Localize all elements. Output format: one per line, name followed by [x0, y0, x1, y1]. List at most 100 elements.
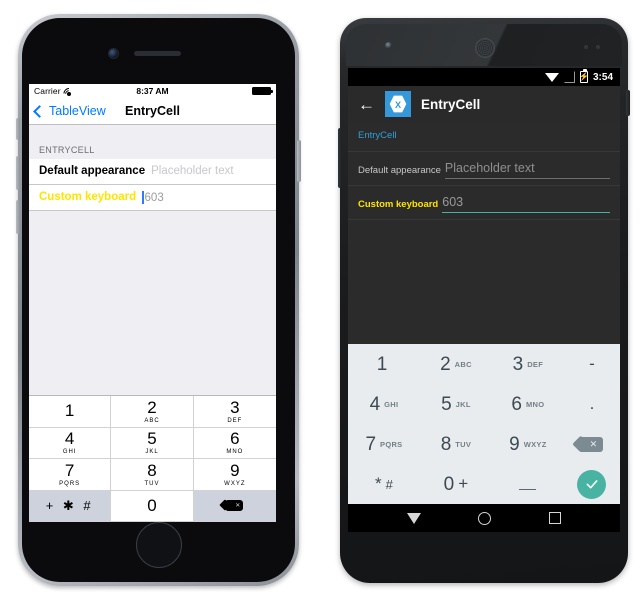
key-hash-label: # — [385, 476, 393, 492]
entry-input-default[interactable]: Placeholder text — [444, 161, 610, 179]
home-button[interactable] — [135, 522, 182, 568]
entry-input-default[interactable]: Placeholder text — [151, 165, 276, 177]
key-3[interactable]: 3 DEF — [492, 344, 564, 384]
proximity-sensor — [584, 45, 588, 49]
key-digit: 7 — [64, 460, 75, 480]
entry-input-custom[interactable]: 603 — [142, 190, 276, 204]
iphone-device-frame: Carrier 8:37 AM TableView EntryCell ENTR… — [16, 14, 301, 586]
key-6[interactable]: 6 MNO — [193, 427, 276, 459]
key-symbols[interactable]: + ✱ # — [29, 490, 112, 522]
light-sensor — [596, 45, 600, 49]
key-7[interactable]: 7 PQRS — [348, 424, 420, 464]
key-7[interactable]: 7 PQRS — [29, 459, 112, 491]
key-dot-label: . — [589, 394, 595, 413]
key-letters: GHI — [62, 449, 77, 456]
android-status-bar: ⚡ 3:54 — [348, 68, 620, 86]
svg-text:X: X — [395, 100, 402, 110]
back-button[interactable]: TableView — [29, 104, 106, 118]
nav-home-circle-icon[interactable] — [478, 511, 492, 525]
key-symbols-label: + ✱ # — [45, 497, 94, 513]
xamarin-logo-icon: X — [385, 91, 411, 117]
key-digit: 9 — [509, 433, 520, 455]
chevron-left-icon — [33, 104, 46, 118]
key-dot[interactable]: . — [564, 384, 620, 424]
key-5[interactable]: 5 JKL — [111, 427, 194, 459]
key-letters: JKL — [145, 449, 159, 456]
nav-recents-square-icon[interactable] — [549, 512, 562, 524]
table-row-custom-keyboard[interactable]: Custom keyboard 603 — [348, 186, 620, 220]
row-label: Custom keyboard — [39, 191, 137, 204]
key-letters: WXYZ — [523, 439, 547, 449]
key-8[interactable]: 8 TUV — [420, 424, 492, 464]
page-title: EntryCell — [421, 96, 481, 112]
key-3[interactable]: 3 DEF — [193, 396, 276, 428]
key-digit: 3 — [230, 397, 240, 417]
key-minus[interactable]: - — [564, 344, 620, 384]
key-5[interactable]: 5 JKL — [420, 384, 492, 424]
front-camera-icon — [385, 42, 392, 49]
ios-navigation-bar: TableView EntryCell — [29, 98, 276, 125]
key-digit: 4 — [64, 429, 75, 449]
table-row-default-appearance[interactable]: Default appearance Placeholder text — [348, 152, 620, 186]
key-digit: 0 — [443, 473, 455, 495]
table-row-default-appearance[interactable]: Default appearance Placeholder text — [29, 158, 276, 185]
iphone-screen: Carrier 8:37 AM TableView EntryCell ENTR… — [29, 84, 276, 522]
back-button-label: TableView — [49, 104, 106, 119]
key-9[interactable]: 9 WXYZ — [193, 459, 276, 491]
earpiece-speaker — [475, 38, 495, 58]
key-1[interactable]: 1 — [348, 344, 420, 384]
row-label: Default appearance — [39, 165, 146, 178]
key-9[interactable]: 9 WXYZ — [492, 424, 564, 464]
key-backspace[interactable]: ✕ — [564, 424, 620, 464]
key-6[interactable]: 6 MNO — [492, 384, 564, 424]
key-letters: DEF — [527, 359, 544, 369]
ios-table-view: ENTRYCELL Default appearance Placeholder… — [29, 124, 276, 522]
iphone-volume-up-button[interactable] — [16, 156, 20, 190]
key-star-label: * — [375, 474, 382, 493]
key-digit: 0 — [147, 496, 157, 516]
key-1[interactable]: 1 — [29, 396, 112, 428]
text-cursor — [142, 190, 144, 204]
key-digit: 2 — [147, 397, 157, 417]
key-2[interactable]: 2 ABC — [420, 344, 492, 384]
arrow-left-icon[interactable]: ← — [358, 96, 375, 113]
android-volume-button[interactable] — [338, 128, 342, 188]
key-8[interactable]: 8 TUV — [111, 459, 194, 491]
key-letters: ABC — [454, 359, 472, 369]
key-digit: 1 — [376, 353, 388, 375]
battery-bolt-glyph: ⚡ — [579, 72, 589, 81]
android-screen: ⚡ 3:54 ← X EntryCell EntryCell Default a… — [348, 68, 620, 532]
entry-input-custom[interactable]: 603 — [442, 195, 610, 213]
status-clock: 8:37 AM — [136, 86, 169, 97]
key-digit: 4 — [369, 393, 381, 415]
iphone-volume-down-button[interactable] — [16, 200, 20, 234]
backspace-icon: ✕ — [580, 436, 603, 452]
key-enter[interactable] — [564, 464, 620, 504]
key-digit: 2 — [440, 353, 451, 375]
key-digit: 9 — [230, 460, 240, 480]
iphone-mute-switch[interactable] — [16, 118, 20, 140]
key-space[interactable] — [492, 464, 564, 504]
key-digit: 6 — [511, 393, 522, 415]
section-header: ENTRYCELL — [29, 124, 276, 159]
key-4[interactable]: 4 GHI — [348, 384, 420, 424]
wifi-icon — [544, 72, 559, 82]
key-minus-label: - — [589, 354, 595, 373]
key-0[interactable]: 0 — [111, 490, 194, 522]
key-digit: 1 — [64, 400, 75, 420]
ios-numeric-keypad: 1 2 ABC 3 DEF 4 GHI 5 JKL 6 MNO 7 PQRS 8 TUV 9W… — [29, 395, 276, 522]
iphone-power-button[interactable] — [297, 140, 301, 182]
key-letters: TUV — [455, 439, 472, 449]
table-row-custom-keyboard[interactable]: Custom keyboard 603 — [29, 184, 276, 211]
key-backspace[interactable]: ✕ — [193, 490, 276, 522]
nav-back-triangle-icon[interactable] — [406, 512, 421, 524]
backspace-icon: ✕ — [226, 500, 244, 512]
key-0-plus[interactable]: 0 + — [420, 464, 492, 504]
key-2[interactable]: 2 ABC — [111, 396, 194, 428]
battery-icon — [252, 87, 273, 96]
key-digit: 6 — [230, 429, 240, 449]
key-star-hash[interactable]: * # — [348, 464, 420, 504]
android-power-button[interactable] — [626, 90, 630, 116]
key-4[interactable]: 4 GHI — [29, 427, 112, 459]
android-numeric-keypad: 1 2 ABC 3 DEF - 4 GHI 5 JKL 6 MNO . 7 PQRS 8 TU… — [348, 344, 620, 504]
